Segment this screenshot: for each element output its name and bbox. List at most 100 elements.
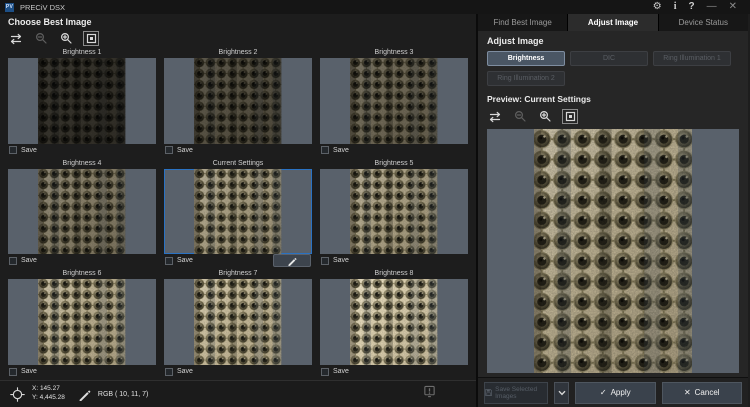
x-coordinate: X: 145.27 <box>32 385 65 394</box>
notification-icon[interactable] <box>423 385 436 403</box>
tile-brightness-5: Brightness 5 Save <box>320 159 468 268</box>
preview-title: Preview: Current Settings <box>487 94 739 104</box>
fit-view-icon[interactable] <box>83 31 99 46</box>
y-coordinate: Y: 4,445.28 <box>32 394 65 403</box>
window-title: PRECiV DSX <box>20 3 65 12</box>
save-label: Save <box>333 257 349 264</box>
save-checkbox[interactable] <box>165 146 173 154</box>
sample-image[interactable] <box>194 169 281 255</box>
ring-illumination-2-button[interactable]: Ring Illumination 2 <box>487 71 565 86</box>
swap-icon[interactable] <box>8 31 24 46</box>
edit-settings-button[interactable] <box>273 254 311 267</box>
save-options-dropdown[interactable] <box>554 382 569 404</box>
tile-image-viewport[interactable] <box>8 58 156 144</box>
save-selected-images-button[interactable]: Save Selected Images <box>484 382 548 404</box>
action-footer: Save Selected Images ✓ Apply ✕ Cancel <box>478 377 748 407</box>
apply-label: Apply <box>611 388 631 397</box>
chevron-down-icon <box>558 390 566 396</box>
sample-image[interactable] <box>38 169 125 255</box>
tile-current-settings: Current Settings Save <box>164 159 312 268</box>
cancel-label: Cancel <box>695 388 720 397</box>
ring-illumination-1-button[interactable]: Ring Illumination 1 <box>653 51 731 66</box>
tile-label: Brightness 4 <box>8 159 156 169</box>
tile-image-viewport[interactable] <box>8 279 156 365</box>
sample-image[interactable] <box>350 279 437 365</box>
tile-image-viewport[interactable] <box>164 279 312 365</box>
save-checkbox[interactable] <box>321 257 329 265</box>
section-title: Adjust Image <box>487 36 739 46</box>
preview-viewport[interactable] <box>487 129 739 373</box>
tab-device-status[interactable]: Device Status <box>658 14 748 31</box>
tab-find-best-image[interactable]: Find Best Image <box>478 14 567 31</box>
check-icon: ✓ <box>600 388 607 397</box>
zoom-in-icon[interactable] <box>58 31 74 46</box>
brightness-mode-button[interactable]: Brightness <box>487 51 565 66</box>
save-checkbox[interactable] <box>165 368 173 376</box>
sample-image[interactable] <box>194 58 281 144</box>
save-label: Save <box>21 368 37 375</box>
panel-title: Choose Best Image <box>8 17 468 27</box>
right-panel-tabs: Find Best Image Adjust Image Device Stat… <box>478 14 748 31</box>
save-label: Save <box>333 147 349 154</box>
info-icon[interactable]: i <box>674 2 677 12</box>
save-checkbox[interactable] <box>165 257 173 265</box>
help-icon[interactable]: ? <box>689 2 695 12</box>
tile-brightness-3: Brightness 3 Save <box>320 48 468 157</box>
sample-image[interactable] <box>350 58 437 144</box>
close-icon[interactable]: ✕ <box>729 2 737 12</box>
swap-icon[interactable] <box>487 109 503 124</box>
tile-label: Brightness 2 <box>164 48 312 58</box>
sample-image[interactable] <box>194 279 281 365</box>
preview-toolbar <box>487 109 739 124</box>
sample-image[interactable] <box>350 169 437 255</box>
choose-best-image-panel: Choose Best Image <box>0 14 478 407</box>
color-picker-pen-icon <box>78 388 91 401</box>
zoom-out-icon[interactable] <box>33 31 49 46</box>
settings-gear-icon[interactable]: ⚙ <box>653 2 662 12</box>
tile-label: Brightness 7 <box>164 269 312 279</box>
tile-label: Brightness 6 <box>8 269 156 279</box>
tile-label: Brightness 8 <box>320 269 468 279</box>
save-label: Save <box>177 257 193 264</box>
save-label: Save <box>21 257 37 264</box>
save-checkbox[interactable] <box>321 146 329 154</box>
sample-image[interactable] <box>38 279 125 365</box>
apply-button[interactable]: ✓ Apply <box>575 382 656 404</box>
tab-adjust-image[interactable]: Adjust Image <box>567 14 657 31</box>
stage-coordinates: X: 145.27 Y: 4,445.28 <box>32 385 65 403</box>
tile-image-viewport[interactable] <box>320 279 468 365</box>
cancel-button[interactable]: ✕ Cancel <box>662 382 743 404</box>
tile-image-viewport[interactable] <box>320 58 468 144</box>
tile-image-viewport[interactable] <box>8 169 156 255</box>
zoom-in-icon[interactable] <box>537 109 553 124</box>
rgb-value: RGB ( 10, 11, 7) <box>98 391 148 398</box>
save-checkbox[interactable] <box>9 257 17 265</box>
save-checkbox[interactable] <box>9 146 17 154</box>
save-checkbox[interactable] <box>9 368 17 376</box>
stage-position-icon <box>10 387 25 402</box>
tile-brightness-2: Brightness 2 Save <box>164 48 312 157</box>
tile-brightness-1: Brightness 1 Save <box>8 48 156 157</box>
tile-image-viewport[interactable] <box>164 58 312 144</box>
tile-brightness-7: Brightness 7 Save <box>164 269 312 378</box>
fit-view-icon[interactable] <box>562 109 578 124</box>
tile-label: Current Settings <box>164 159 312 169</box>
save-checkbox[interactable] <box>321 368 329 376</box>
adjust-image-panel: Find Best Image Adjust Image Device Stat… <box>478 14 748 407</box>
tile-brightness-8: Brightness 8 Save <box>320 269 468 378</box>
sample-image[interactable] <box>38 58 125 144</box>
minimize-icon[interactable]: — <box>707 2 717 12</box>
tile-brightness-6: Brightness 6 Save <box>8 269 156 378</box>
tile-image-viewport-selected[interactable] <box>164 169 312 255</box>
save-selected-label: Save Selected Images <box>495 386 547 400</box>
tile-image-viewport[interactable] <box>320 169 468 255</box>
zoom-out-icon[interactable] <box>512 109 528 124</box>
app-logo: PV <box>5 3 14 12</box>
tile-label: Brightness 1 <box>8 48 156 58</box>
preview-image[interactable] <box>534 129 692 373</box>
status-bar: X: 145.27 Y: 4,445.28 RGB ( 10, 11, 7) <box>0 380 476 407</box>
pencil-icon <box>287 256 297 266</box>
image-grid: Brightness 1 Save Brightness 2 <box>0 48 476 380</box>
titlebar: PV PRECiV DSX ⚙ i ? — ✕ <box>0 0 750 14</box>
dic-mode-button[interactable]: DIC <box>570 51 648 66</box>
